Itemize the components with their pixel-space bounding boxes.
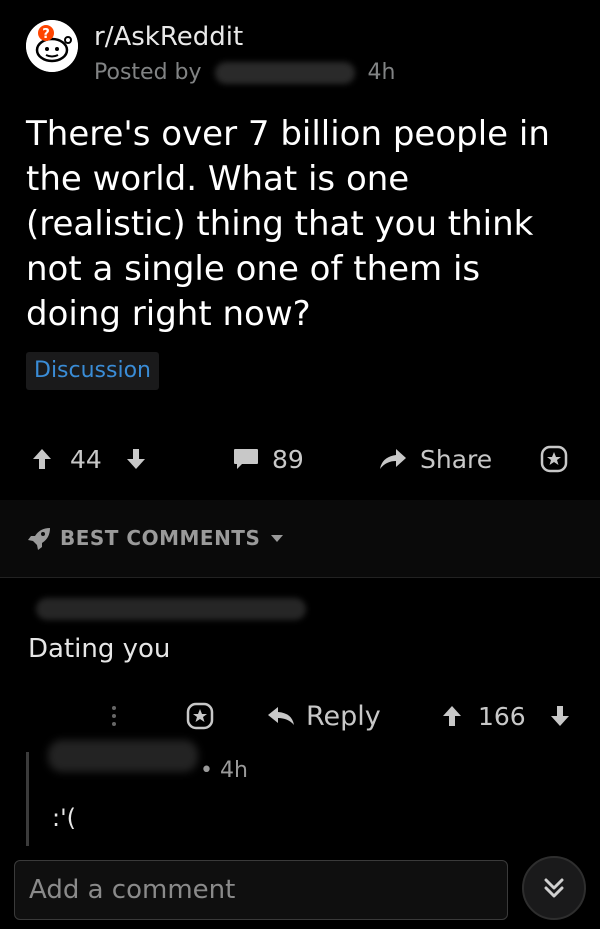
reply-label: Reply: [306, 700, 381, 732]
award-icon: [540, 445, 568, 473]
reply-body: :'(: [52, 804, 77, 832]
award-icon: [186, 702, 214, 730]
arrow-up-icon: [33, 449, 51, 469]
arrow-down-icon: [551, 706, 569, 726]
more-vertical-icon: [112, 706, 116, 726]
arrow-up-icon: [443, 706, 461, 726]
redacted-username[interactable]: [214, 62, 355, 84]
caret-down-icon: [271, 535, 284, 542]
subreddit-name[interactable]: r/AskReddit: [94, 22, 243, 52]
comment-score: 166: [478, 701, 526, 731]
vote-count: 44: [70, 444, 102, 474]
comment-body: Dating you: [28, 634, 171, 664]
downvote-button[interactable]: [126, 436, 146, 482]
comment-downvote-button[interactable]: [550, 694, 570, 738]
comment-author[interactable]: [28, 596, 328, 622]
comment-sort-bar: BEST COMMENTS: [0, 500, 600, 578]
reply-time: • 4h: [200, 758, 248, 783]
svg-text:?: ?: [42, 27, 50, 42]
thread-line: [26, 752, 29, 846]
double-chevron-down-icon: [544, 878, 564, 898]
comments-button[interactable]: 89: [232, 436, 304, 482]
comment-actions: Reply 166: [0, 694, 600, 738]
posted-by-label: Posted by: [94, 60, 202, 85]
rocket-icon: [28, 528, 50, 550]
add-comment-input[interactable]: Add a comment: [14, 860, 508, 920]
subreddit-avatar-icon[interactable]: ?: [26, 20, 78, 72]
post-time: 4h: [367, 60, 396, 85]
reply-arrow-icon: [268, 707, 294, 725]
arrow-down-icon: [127, 449, 145, 469]
comment-bubble-icon: [234, 449, 258, 469]
award-button[interactable]: [540, 436, 568, 482]
post-actions: 44 89 Share: [0, 436, 600, 482]
comment-more-button[interactable]: [110, 694, 118, 738]
comment-upvote-button[interactable]: [442, 694, 462, 738]
post-title: There's over 7 billion people in the wor…: [26, 114, 550, 334]
upvote-button[interactable]: [32, 436, 52, 482]
comment-count: 89: [272, 444, 304, 474]
post-meta: Posted by 4h: [94, 60, 395, 85]
redacted-reply-author[interactable]: [48, 740, 198, 772]
comment-award-button[interactable]: [186, 694, 214, 738]
reply-button[interactable]: Reply: [266, 694, 381, 738]
share-label: Share: [420, 444, 493, 474]
share-button[interactable]: Share: [378, 436, 492, 482]
next-comment-button[interactable]: [522, 856, 586, 920]
redacted-comment-meta: [36, 598, 306, 620]
sort-dropdown[interactable]: BEST COMMENTS: [26, 526, 284, 550]
post-header: ? r/AskReddit Posted by 4h: [26, 18, 586, 85]
sort-label: BEST COMMENTS: [60, 526, 261, 550]
post-flair[interactable]: Discussion: [26, 352, 159, 390]
share-arrow-icon: [380, 449, 406, 469]
